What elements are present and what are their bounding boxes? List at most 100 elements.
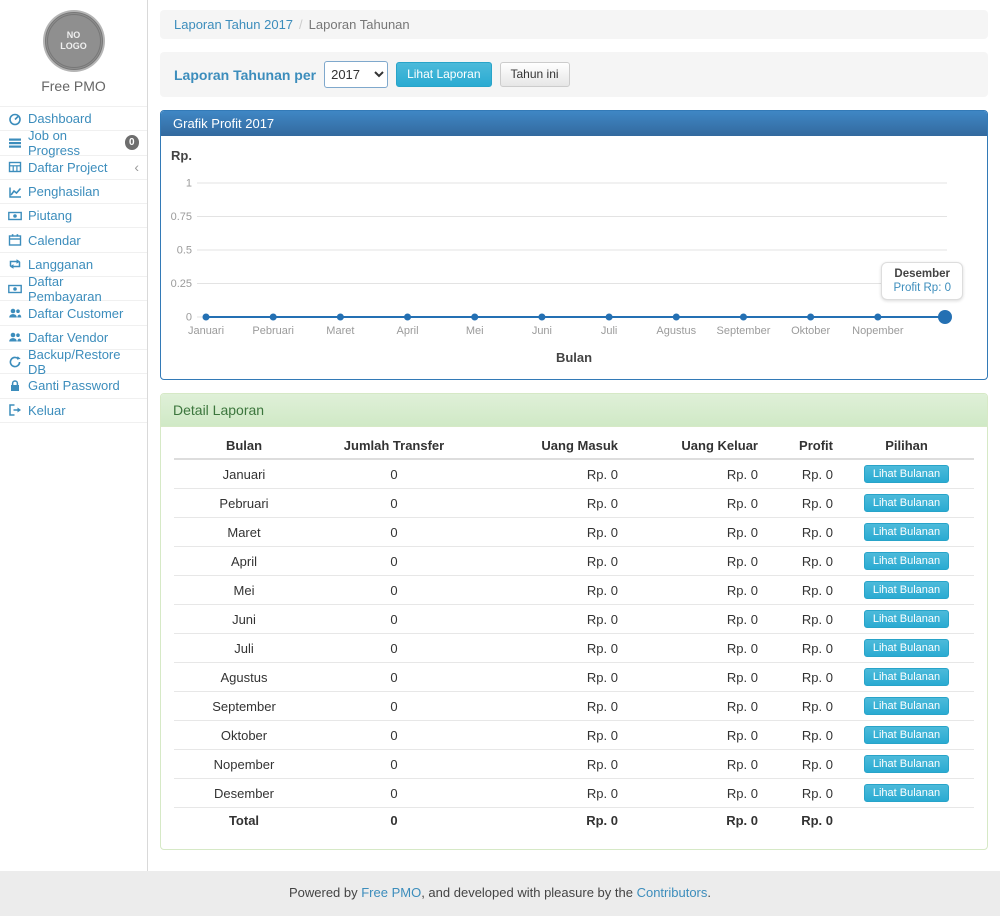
lihat-bulanan-button[interactable]: Lihat Bulanan [864, 465, 949, 483]
col-profit: Profit [764, 433, 839, 459]
users-icon [8, 307, 23, 320]
table-row: Juli0Rp. 0Rp. 0Rp. 0Lihat Bulanan [174, 634, 974, 663]
sidebar-item-piutang[interactable]: Piutang [0, 204, 147, 228]
detail-panel-title: Detail Laporan [161, 394, 987, 427]
cell-masuk: Rp. 0 [474, 721, 624, 750]
lihat-bulanan-button[interactable]: Lihat Bulanan [864, 494, 949, 512]
chart-x-axis-label: Bulan [161, 348, 987, 373]
table-row: Pebruari0Rp. 0Rp. 0Rp. 0Lihat Bulanan [174, 489, 974, 518]
cell-pilihan: Lihat Bulanan [839, 518, 974, 547]
lihat-bulanan-button[interactable]: Lihat Bulanan [864, 697, 949, 715]
lihat-bulanan-button[interactable]: Lihat Bulanan [864, 523, 949, 541]
footer-link-contributors[interactable]: Contributors [637, 885, 708, 900]
sidebar-item-label: Keluar [28, 403, 139, 418]
cell-transfer: 0 [314, 518, 474, 547]
logo-box: NO LOGO Free PMO [0, 0, 147, 106]
no-logo-badge: NO LOGO [45, 12, 103, 70]
report-filter-bar: Laporan Tahunan per 2017 Lihat Laporan T… [160, 52, 988, 97]
cell-pilihan: Lihat Bulanan [839, 750, 974, 779]
total-empty-cell [839, 808, 974, 834]
no-logo-text: NO LOGO [60, 30, 87, 53]
total-uang-keluar: Rp. 0 [624, 808, 764, 834]
cell-transfer: 0 [314, 663, 474, 692]
cell-masuk: Rp. 0 [474, 750, 624, 779]
sidebar-item-daftar-pembayaran[interactable]: Daftar Pembayaran [0, 277, 147, 301]
lihat-bulanan-button[interactable]: Lihat Bulanan [864, 755, 949, 773]
lihat-bulanan-button[interactable]: Lihat Bulanan [864, 610, 949, 628]
sidebar-item-penghasilan[interactable]: Penghasilan [0, 180, 147, 204]
svg-text:September: September [717, 325, 771, 337]
retweet-icon [8, 258, 23, 271]
cell-masuk: Rp. 0 [474, 518, 624, 547]
line-chart-icon [8, 185, 23, 198]
svg-text:Januari: Januari [188, 325, 224, 337]
cell-keluar: Rp. 0 [624, 750, 764, 779]
profit-line-chart: 00.250.50.751JanuariPebruariMaretAprilMe… [161, 165, 985, 345]
table-row: Juni0Rp. 0Rp. 0Rp. 0Lihat Bulanan [174, 605, 974, 634]
table-row: Desember0Rp. 0Rp. 0Rp. 0Lihat Bulanan [174, 779, 974, 808]
cell-profit: Rp. 0 [764, 576, 839, 605]
footer-link-free-pmo[interactable]: Free PMO [361, 885, 421, 900]
cell-transfer: 0 [314, 721, 474, 750]
cell-keluar: Rp. 0 [624, 459, 764, 489]
cell-profit: Rp. 0 [764, 634, 839, 663]
sidebar-item-ganti-password[interactable]: Ganti Password [0, 374, 147, 398]
cell-pilihan: Lihat Bulanan [839, 459, 974, 489]
lihat-bulanan-button[interactable]: Lihat Bulanan [864, 581, 949, 599]
cell-transfer: 0 [314, 547, 474, 576]
cell-profit: Rp. 0 [764, 518, 839, 547]
lihat-bulanan-button[interactable]: Lihat Bulanan [864, 726, 949, 744]
cell-bulan: Pebruari [174, 489, 314, 518]
cell-pilihan: Lihat Bulanan [839, 663, 974, 692]
chevron-left-icon: ‹ [134, 160, 139, 174]
footer-text-middle: , and developed with pleasure by the [421, 885, 636, 900]
cell-pilihan: Lihat Bulanan [839, 605, 974, 634]
lihat-laporan-button[interactable]: Lihat Laporan [396, 62, 491, 87]
cell-masuk: Rp. 0 [474, 692, 624, 721]
cell-profit: Rp. 0 [764, 663, 839, 692]
cell-keluar: Rp. 0 [624, 489, 764, 518]
year-select[interactable]: 2017 [324, 61, 388, 88]
lihat-bulanan-button[interactable]: Lihat Bulanan [864, 668, 949, 686]
brand-name: Free PMO [0, 78, 147, 94]
sign-out-icon [8, 404, 23, 417]
users-icon [8, 331, 23, 344]
svg-text:0: 0 [186, 312, 192, 324]
svg-text:0.25: 0.25 [171, 278, 192, 290]
footer-text-suffix: . [707, 885, 711, 900]
sidebar-item-keluar[interactable]: Keluar [0, 399, 147, 423]
sidebar-item-label: Calendar [28, 233, 139, 248]
tahun-ini-button[interactable]: Tahun ini [500, 62, 570, 87]
sidebar-item-label: Backup/Restore DB [28, 347, 139, 377]
chart-y-axis-label: Rp. [161, 144, 987, 165]
cell-bulan: Desember [174, 779, 314, 808]
cell-transfer: 0 [314, 605, 474, 634]
sidebar-item-job-on-progress[interactable]: Job on Progress 0 [0, 131, 147, 155]
sidebar-item-backup-restore-db[interactable]: Backup/Restore DB [0, 350, 147, 374]
cell-masuk: Rp. 0 [474, 489, 624, 518]
cell-transfer: 0 [314, 779, 474, 808]
sidebar-menu: Dashboard Job on Progress 0 Daftar Proje… [0, 106, 147, 423]
sidebar-item-label: Daftar Customer [28, 306, 139, 321]
cell-keluar: Rp. 0 [624, 634, 764, 663]
lihat-bulanan-button[interactable]: Lihat Bulanan [864, 552, 949, 570]
cell-pilihan: Lihat Bulanan [839, 576, 974, 605]
tasks-list-icon [8, 136, 23, 149]
sidebar-item-daftar-project[interactable]: Daftar Project ‹ [0, 156, 147, 180]
breadcrumb-link-laporan-tahun[interactable]: Laporan Tahun 2017 [174, 17, 293, 32]
sidebar-item-daftar-customer[interactable]: Daftar Customer [0, 301, 147, 325]
col-jumlah-transfer: Jumlah Transfer [314, 433, 474, 459]
cell-bulan: Agustus [174, 663, 314, 692]
svg-text:0.5: 0.5 [177, 245, 192, 257]
lock-icon [8, 379, 23, 392]
sidebar-item-calendar[interactable]: Calendar [0, 228, 147, 252]
lihat-bulanan-button[interactable]: Lihat Bulanan [864, 639, 949, 657]
col-pilihan: Pilihan [839, 433, 974, 459]
cell-bulan: April [174, 547, 314, 576]
chart-tooltip: Desember Profit Rp: 0 [881, 262, 963, 300]
cell-masuk: Rp. 0 [474, 605, 624, 634]
sidebar-item-label: Dashboard [28, 111, 139, 126]
sidebar: NO LOGO Free PMO Dashboard Job on Progre… [0, 0, 148, 871]
total-profit: Rp. 0 [764, 808, 839, 834]
lihat-bulanan-button[interactable]: Lihat Bulanan [864, 784, 949, 802]
